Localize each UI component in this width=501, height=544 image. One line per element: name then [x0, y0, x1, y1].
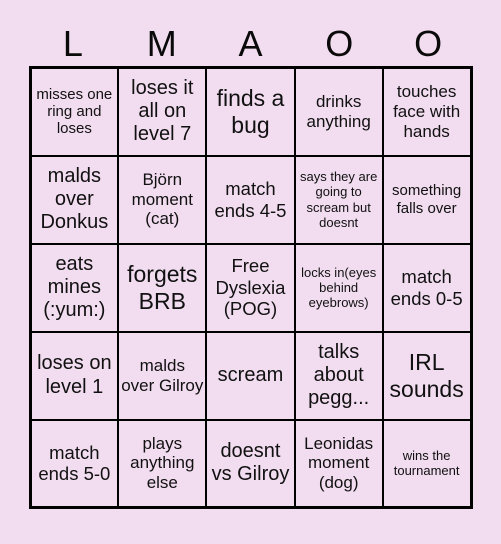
- bingo-cell[interactable]: match ends 4-5: [205, 154, 296, 245]
- bingo-cell[interactable]: loses on level 1: [28, 330, 120, 421]
- bingo-cell[interactable]: Björn moment (cat): [117, 154, 208, 245]
- bingo-cell[interactable]: Leonidas moment (dog): [293, 418, 384, 509]
- header-letter-3: A: [238, 23, 263, 64]
- bingo-cell[interactable]: match ends 5-0: [28, 418, 120, 509]
- bingo-card: L M A O O misses one ring and loses lose…: [0, 0, 501, 544]
- bingo-row: eats mines (:yum:) forgets BRB Free Dysl…: [28, 242, 473, 333]
- bingo-cell[interactable]: doesnt vs Gilroy: [205, 418, 296, 509]
- bingo-cell[interactable]: eats mines (:yum:): [28, 242, 120, 333]
- bingo-cell[interactable]: misses one ring and loses: [28, 66, 120, 157]
- header-letter-1: L: [62, 23, 83, 64]
- bingo-cell[interactable]: locks in(eyes behind eyebrows): [293, 242, 384, 333]
- header-letter-5: O: [414, 23, 443, 64]
- bingo-cell[interactable]: something falls over: [381, 154, 473, 245]
- bingo-cell[interactable]: scream: [205, 330, 296, 421]
- bingo-row: loses on level 1 malds over Gilroy screa…: [28, 330, 473, 421]
- bingo-cell[interactable]: loses it all on level 7: [117, 66, 208, 157]
- header-letter-4: O: [325, 23, 354, 64]
- bingo-cell[interactable]: touches face with hands: [381, 66, 473, 157]
- header-letter-2: M: [146, 23, 177, 64]
- bingo-row: match ends 5-0 plays anything else doesn…: [28, 418, 473, 509]
- bingo-cell[interactable]: malds over Gilroy: [117, 330, 208, 421]
- bingo-cell[interactable]: match ends 0-5: [381, 242, 473, 333]
- bingo-cell[interactable]: talks about pegg...: [293, 330, 384, 421]
- bingo-cell[interactable]: says they are going to scream but doesnt: [293, 154, 384, 245]
- bingo-cell-free-space[interactable]: Free Dyslexia (POG): [205, 242, 296, 333]
- bingo-cell[interactable]: forgets BRB: [117, 242, 208, 333]
- bingo-cell[interactable]: wins the tournament: [381, 418, 473, 509]
- bingo-header-row: L M A O O: [29, 0, 473, 66]
- bingo-grid: misses one ring and loses loses it all o…: [28, 66, 473, 509]
- bingo-row: malds over Donkus Björn moment (cat) mat…: [28, 154, 473, 245]
- bingo-cell[interactable]: drinks anything: [293, 66, 384, 157]
- bingo-cell[interactable]: finds a bug: [205, 66, 296, 157]
- bingo-row: misses one ring and loses loses it all o…: [28, 66, 473, 157]
- bingo-cell[interactable]: IRL sounds: [381, 330, 473, 421]
- bingo-cell[interactable]: malds over Donkus: [28, 154, 120, 245]
- bingo-cell[interactable]: plays anything else: [117, 418, 208, 509]
